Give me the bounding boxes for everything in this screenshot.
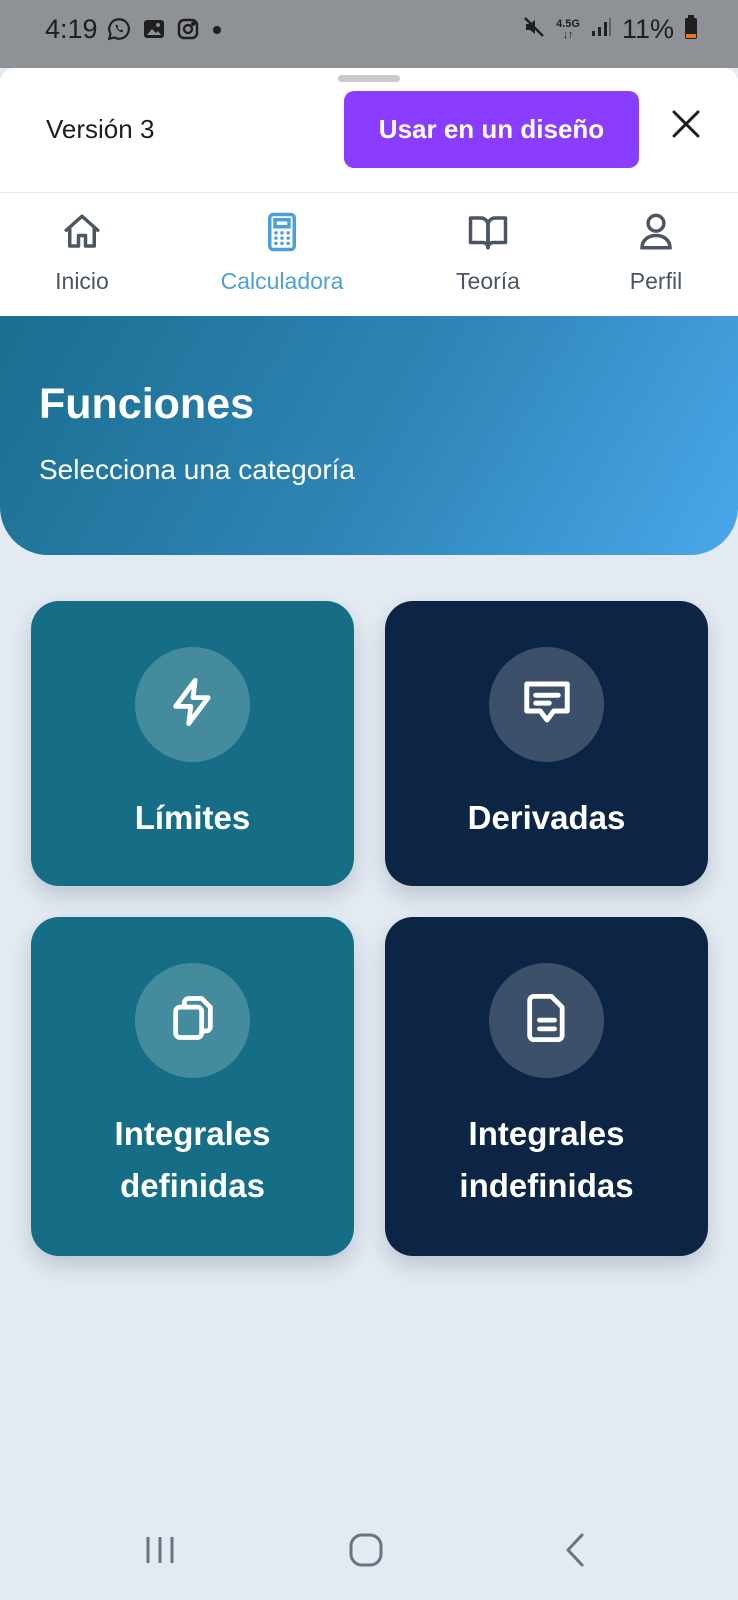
- card-icon-circle: [135, 963, 250, 1078]
- category-label: Derivadas: [467, 799, 626, 836]
- signal-icon: [590, 15, 612, 44]
- battery-icon: [684, 14, 698, 45]
- category-card-limites[interactable]: Límites: [31, 601, 354, 886]
- category-card-integrales-indefinidas[interactable]: Integrales indefinidas: [385, 917, 708, 1256]
- recent-apps-button[interactable]: [130, 1530, 190, 1574]
- calculator-icon: [261, 211, 303, 258]
- system-nav-bar: [0, 1500, 738, 1600]
- message-icon: [520, 675, 574, 734]
- lightning-icon: [167, 676, 219, 733]
- nav-item-teoria[interactable]: Teoría: [408, 211, 568, 295]
- whatsapp-icon: [106, 16, 132, 47]
- instagram-icon: [176, 17, 200, 46]
- book-icon: [467, 211, 509, 258]
- version-label: Versión 3: [46, 114, 155, 144]
- category-card-derivadas[interactable]: Derivadas: [385, 601, 708, 886]
- category-label: Integrales definidas: [114, 1115, 271, 1204]
- category-card-integrales-definidas[interactable]: Integrales definidas: [31, 917, 354, 1256]
- category-label: Límites: [134, 799, 251, 836]
- user-icon: [635, 211, 677, 258]
- network-icon: 4.5G ↓↑: [556, 17, 580, 41]
- home-button[interactable]: [336, 1530, 396, 1574]
- hero-banner: Funciones Selecciona una categoría: [0, 316, 738, 555]
- page-title: Funciones: [39, 380, 255, 428]
- dot-icon: [210, 17, 224, 46]
- document-icon: [521, 992, 573, 1049]
- close-icon: [671, 109, 701, 144]
- card-icon-circle: [489, 963, 604, 1078]
- nav-item-inicio[interactable]: Inicio: [2, 211, 162, 295]
- card-icon-circle: [135, 647, 250, 762]
- network-label: 4.5G: [556, 17, 580, 30]
- gallery-icon: [142, 17, 166, 46]
- nav-label-perfil: Perfil: [629, 268, 683, 294]
- nav-label-calculadora: Calculadora: [220, 268, 344, 294]
- app-nav-bar: Inicio Calculadora Teoría Perfil: [0, 192, 738, 316]
- nav-label-inicio: Inicio: [55, 268, 109, 294]
- mute-icon: [522, 15, 546, 44]
- nav-item-calculadora[interactable]: Calculadora: [202, 211, 362, 295]
- page-subtitle: Selecciona una categoría: [39, 454, 355, 485]
- close-button[interactable]: [662, 102, 710, 150]
- recents-icon: [143, 1533, 177, 1572]
- drag-handle[interactable]: [338, 75, 400, 82]
- sheet-header: Versión 3 Usar en un diseño: [0, 68, 738, 192]
- category-label: Integrales indefinidas: [459, 1115, 634, 1204]
- copy-icon: [167, 992, 219, 1049]
- home-icon: [61, 211, 103, 258]
- status-time: 4:19: [45, 14, 98, 44]
- nav-item-perfil[interactable]: Perfil: [576, 211, 736, 295]
- home-circle-icon: [348, 1532, 384, 1573]
- use-in-design-button[interactable]: Usar en un diseño: [344, 91, 639, 168]
- battery-percent: 11%: [621, 14, 674, 44]
- status-bar: 4:19 4.5G ↓↑ 11%: [0, 0, 738, 68]
- back-icon: [560, 1532, 590, 1573]
- card-icon-circle: [489, 647, 604, 762]
- status-right-icons: 4.5G ↓↑ 11%: [522, 14, 698, 45]
- back-button[interactable]: [545, 1530, 605, 1574]
- status-left-icons: [106, 16, 224, 47]
- nav-label-teoria: Teoría: [456, 268, 520, 294]
